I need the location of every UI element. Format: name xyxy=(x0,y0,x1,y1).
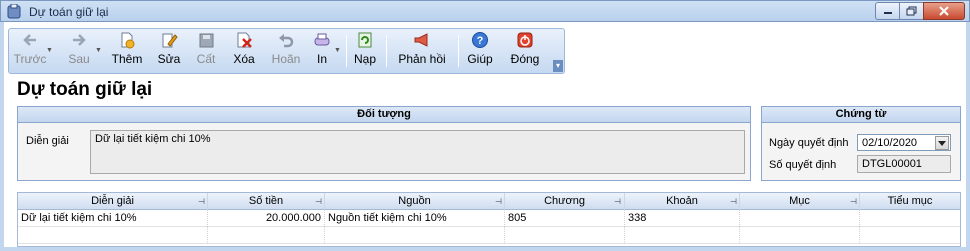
column-header-chapter[interactable]: Chương xyxy=(505,193,625,210)
close-window-button[interactable] xyxy=(923,2,965,20)
pin-icon[interactable]: ⊣ xyxy=(850,197,857,206)
megaphone-icon xyxy=(414,33,428,47)
object-panel: Đối tượng Diễn giải Dữ lại tiết kiệm chi… xyxy=(17,106,751,181)
delete-button[interactable]: Xóa xyxy=(229,31,259,71)
cell-subsection[interactable] xyxy=(860,210,960,227)
load-button[interactable]: Nạp xyxy=(351,31,379,71)
column-header-subsection[interactable]: Tiểu mục xyxy=(860,193,960,210)
decision-number-field[interactable]: DTGL00001 xyxy=(857,155,951,173)
refresh-icon xyxy=(358,32,372,48)
page-title: Dự toán giữ lại xyxy=(17,79,153,100)
chevron-down-icon xyxy=(938,140,946,146)
decision-date-value: 02/10/2020 xyxy=(862,137,918,149)
window-title: Dự toán giữ lại xyxy=(29,5,109,19)
delete-icon xyxy=(237,32,252,48)
help-icon: ? xyxy=(472,32,488,48)
close-icon xyxy=(939,6,949,16)
pin-icon[interactable]: ⊣ xyxy=(198,197,205,206)
restore-button[interactable] xyxy=(899,2,924,20)
description-field[interactable]: Dữ lại tiết kiệm chi 10% xyxy=(90,130,745,174)
minimize-button[interactable] xyxy=(875,2,900,20)
arrow-right-icon xyxy=(73,34,86,46)
date-dropdown-button[interactable] xyxy=(935,136,949,150)
pin-icon[interactable]: ⊣ xyxy=(495,197,502,206)
feedback-button[interactable]: Phản hồi xyxy=(394,31,450,71)
cell-empty[interactable] xyxy=(208,227,325,244)
app-icon xyxy=(7,4,21,19)
arrow-left-icon xyxy=(23,34,36,46)
add-document-icon xyxy=(121,32,135,49)
cell-empty[interactable] xyxy=(505,227,625,244)
decision-number-label: Số quyết định xyxy=(769,159,837,171)
prev-dropdown-icon[interactable]: ▼ xyxy=(46,47,53,54)
grid-header: Diễn giải ⊣ Số tiền ⊣ Nguồn ⊣ Chương ⊣ K… xyxy=(18,193,960,210)
pin-icon[interactable]: ⊣ xyxy=(315,197,322,206)
table-row[interactable]: Dữ lại tiết kiệm chi 10% 20.000.000 Nguồ… xyxy=(18,210,960,227)
decision-date-label: Ngày quyết định xyxy=(769,137,849,149)
toolbar-separator xyxy=(346,35,347,67)
next-dropdown-icon[interactable]: ▼ xyxy=(95,47,102,54)
voucher-panel: Chứng từ Ngày quyết định 02/10/2020 Số q… xyxy=(761,106,961,181)
printer-icon xyxy=(314,33,330,46)
pin-icon[interactable]: ⊣ xyxy=(614,197,621,206)
print-dropdown-icon[interactable]: ▼ xyxy=(334,47,341,54)
prev-button[interactable]: Trước xyxy=(13,31,47,71)
toolbar-separator xyxy=(386,35,387,67)
cell-section[interactable] xyxy=(740,210,860,227)
toolbar-separator xyxy=(458,35,459,67)
cell-amount[interactable]: 20.000.000 xyxy=(208,210,325,227)
table-row-empty[interactable] xyxy=(18,227,960,244)
minimize-icon xyxy=(883,12,892,14)
cell-empty[interactable] xyxy=(325,227,505,244)
cell-source[interactable]: Nguồn tiết kiệm chi 10% xyxy=(325,210,505,227)
description-label: Diễn giải xyxy=(26,135,69,147)
pin-icon[interactable]: ⊣ xyxy=(730,197,737,206)
print-button[interactable]: In xyxy=(311,31,333,71)
toolbar: Trước ▼ Sau ▼ Thêm Sửa Cất Xóa Hoãn In ▼… xyxy=(8,28,565,74)
column-header-item[interactable]: Khoản xyxy=(625,193,740,210)
postpone-button[interactable]: Hoãn xyxy=(269,31,303,71)
cell-empty[interactable] xyxy=(740,227,860,244)
help-button[interactable]: ? Giúp xyxy=(465,31,495,71)
cell-empty[interactable] xyxy=(625,227,740,244)
cell-description[interactable]: Dữ lại tiết kiệm chi 10% xyxy=(18,210,208,227)
cell-chapter[interactable]: 805 xyxy=(505,210,625,227)
close-button[interactable]: Đóng xyxy=(505,31,545,71)
save-button[interactable]: Cất xyxy=(192,31,220,71)
edit-button[interactable]: Sửa xyxy=(154,31,184,71)
column-header-section[interactable]: Mục xyxy=(740,193,860,210)
column-header-amount[interactable]: Số tiền xyxy=(208,193,325,210)
toolbar-overflow-button[interactable]: ▾ xyxy=(553,60,563,72)
power-icon xyxy=(517,32,533,48)
svg-text:?: ? xyxy=(477,35,484,47)
add-button[interactable]: Thêm xyxy=(109,31,145,71)
voucher-panel-header: Chứng từ xyxy=(762,107,960,123)
column-header-description[interactable]: Diễn giải xyxy=(18,193,208,210)
window-titlebar: Dự toán giữ lại xyxy=(0,0,970,22)
undo-icon xyxy=(279,34,294,48)
window-controls xyxy=(875,2,965,20)
edit-icon xyxy=(162,33,178,48)
cell-item[interactable]: 338 xyxy=(625,210,740,227)
decision-date-field[interactable]: 02/10/2020 xyxy=(857,134,951,151)
next-button[interactable]: Sau xyxy=(63,31,95,71)
cell-empty[interactable] xyxy=(18,227,208,244)
column-header-source[interactable]: Nguồn xyxy=(325,193,505,210)
restore-icon xyxy=(906,6,916,16)
object-panel-header: Đối tượng xyxy=(18,107,750,123)
save-disk-icon xyxy=(199,33,214,48)
detail-grid: Diễn giải ⊣ Số tiền ⊣ Nguồn ⊣ Chương ⊣ K… xyxy=(17,192,961,247)
